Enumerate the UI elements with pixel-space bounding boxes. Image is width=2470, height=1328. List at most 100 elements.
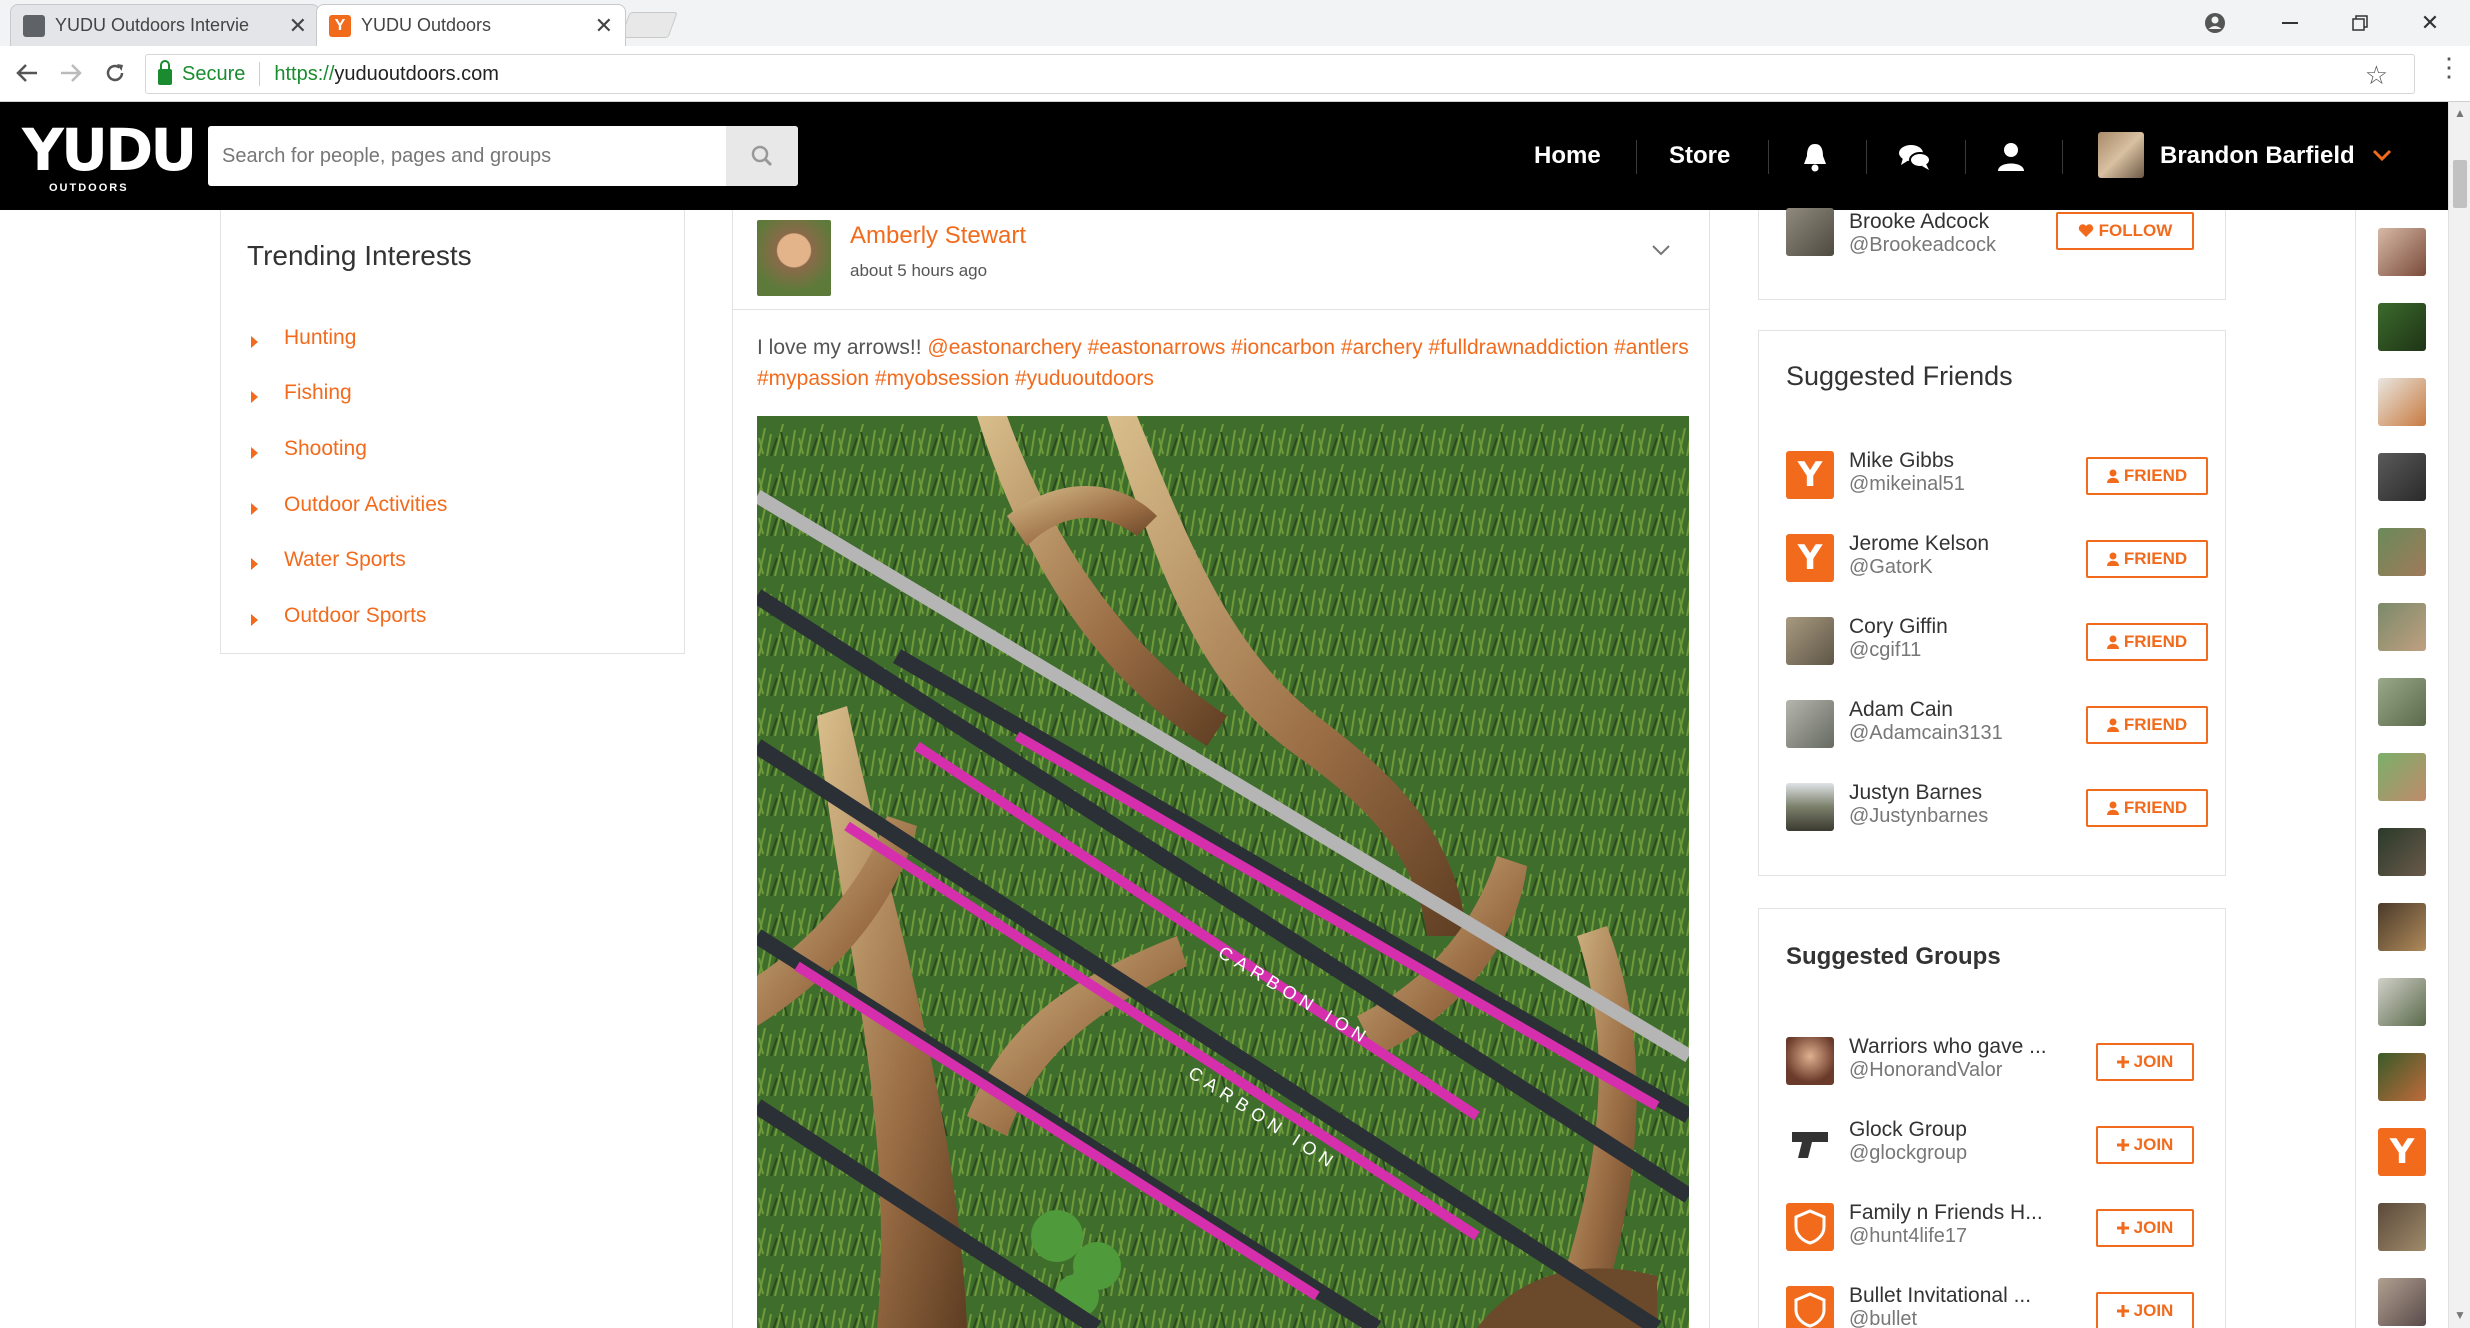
close-tab-icon[interactable]: ✕ [289, 13, 307, 39]
plus-icon [2116, 1222, 2129, 1234]
list-item: Cory Giffin @cgif11 FRIEND [1786, 613, 2208, 673]
add-friend-button[interactable]: FRIEND [2086, 623, 2208, 661]
person-icon [2106, 718, 2119, 732]
join-button[interactable]: JOIN [2096, 1126, 2194, 1164]
join-button[interactable]: JOIN [2096, 1292, 2194, 1328]
scroll-down-icon[interactable]: ▼ [2454, 1308, 2466, 1322]
trending-item-water-sports[interactable]: Water Sports [251, 532, 447, 588]
join-button[interactable]: JOIN [2096, 1043, 2194, 1081]
post-author-avatar[interactable] [757, 220, 831, 296]
person-icon [2106, 552, 2119, 566]
reload-icon[interactable] [98, 56, 132, 90]
search-button[interactable] [726, 126, 798, 186]
avatar[interactable] [2378, 228, 2426, 276]
post-image[interactable]: CARBON ION CARBON ION [757, 416, 1689, 1328]
page-scrollbar[interactable]: ▲ ▼ [2448, 102, 2470, 1328]
person-name[interactable]: Brooke Adcock [1849, 210, 1989, 234]
scroll-up-icon[interactable]: ▲ [2454, 106, 2466, 120]
yudu-logo[interactable]: YUDU [22, 120, 197, 180]
profile-icon[interactable] [2180, 0, 2250, 46]
chevron-down-icon[interactable] [1651, 244, 1671, 256]
trending-item-outdoor-activities[interactable]: Outdoor Activities [251, 477, 447, 533]
avatar[interactable]: Y [1786, 534, 1834, 582]
follow-button[interactable]: FOLLOW [2056, 212, 2194, 250]
browser-menu-icon[interactable]: ⋮ [2436, 52, 2462, 83]
group-name[interactable]: Warriors who gave ... [1849, 1035, 2047, 1059]
avatar[interactable] [2378, 753, 2426, 801]
trending-item-outdoor-sports[interactable]: Outdoor Sports [251, 588, 447, 644]
list-item: Brooke Adcock @Brookeadcock FOLLOW [1786, 208, 2206, 270]
avatar[interactable] [2378, 378, 2426, 426]
join-button[interactable]: JOIN [2096, 1209, 2194, 1247]
group-handle: @HonorandValor [1849, 1059, 2003, 1081]
list-item: Bullet Invitational ... @bullet JOIN [1786, 1282, 2206, 1328]
trending-item-hunting[interactable]: Hunting [251, 310, 447, 366]
add-friend-button[interactable]: FRIEND [2086, 457, 2208, 495]
person-name[interactable]: Justyn Barnes [1849, 781, 1982, 805]
url-bar[interactable]: Secure https:// yuduoutdoors.com ☆ [145, 54, 2415, 94]
person-name[interactable]: Cory Giffin [1849, 615, 1948, 639]
group-handle: @hunt4life17 [1849, 1225, 1968, 1247]
avatar[interactable]: Y [1786, 451, 1834, 499]
avatar[interactable] [2378, 1053, 2426, 1101]
trending-interests-card: Trending Interests Hunting Fishing Shoot… [220, 210, 685, 654]
avatar[interactable] [1786, 1286, 1834, 1328]
group-name[interactable]: Bullet Invitational ... [1849, 1284, 2031, 1308]
logo-subtitle: OUTDOORS [49, 182, 129, 194]
bell-icon[interactable] [1798, 140, 1832, 174]
trending-item-fishing[interactable]: Fishing [251, 366, 447, 422]
avatar[interactable] [2378, 678, 2426, 726]
person-name[interactable]: Mike Gibbs [1849, 449, 1954, 473]
nav-home[interactable]: Home [1534, 102, 1601, 210]
avatar[interactable] [2378, 828, 2426, 876]
nav-store[interactable]: Store [1669, 102, 1730, 210]
add-friend-button[interactable]: FRIEND [2086, 540, 2208, 578]
person-name[interactable]: Jerome Kelson [1849, 532, 1989, 556]
bookmark-star-icon[interactable]: ☆ [2365, 55, 2388, 95]
chevron-down-icon[interactable] [2372, 148, 2392, 162]
scrollbar-thumb[interactable] [2453, 160, 2467, 208]
tab-yudu[interactable]: Y YUDU Outdoors ✕ [316, 4, 626, 46]
trending-item-label: Outdoor Sports [284, 603, 427, 627]
person-name[interactable]: Adam Cain [1849, 698, 1953, 722]
restore-icon[interactable] [2325, 0, 2395, 46]
search-input[interactable] [208, 126, 726, 186]
avatar[interactable] [2378, 978, 2426, 1026]
avatar[interactable] [1786, 1203, 1834, 1251]
post-author-name[interactable]: Amberly Stewart [850, 222, 1026, 250]
user-name[interactable]: Brandon Barfield [2160, 102, 2355, 210]
user-icon[interactable] [1994, 140, 2028, 174]
minimize-icon[interactable] [2255, 0, 2325, 46]
avatar[interactable] [2378, 528, 2426, 576]
add-friend-button[interactable]: FRIEND [2086, 706, 2208, 744]
new-tab-button[interactable] [620, 12, 678, 38]
add-friend-button[interactable]: FRIEND [2086, 789, 2208, 827]
avatar[interactable] [1786, 208, 1834, 256]
avatar[interactable]: Y [2378, 1128, 2426, 1176]
trending-item-shooting[interactable]: Shooting [251, 421, 447, 477]
close-tab-icon[interactable]: ✕ [595, 13, 613, 39]
avatar[interactable] [2378, 603, 2426, 651]
avatar[interactable] [1786, 617, 1834, 665]
avatar[interactable] [1786, 1037, 1834, 1085]
avatar[interactable] [2378, 303, 2426, 351]
caret-right-icon [251, 502, 258, 515]
chat-icon[interactable] [1898, 140, 1932, 174]
join-button-label: JOIN [2133, 1218, 2174, 1237]
avatar[interactable] [2378, 453, 2426, 501]
avatar[interactable] [1786, 700, 1834, 748]
group-name[interactable]: Glock Group [1849, 1118, 1967, 1142]
tab-interview[interactable]: YUDU Outdoors Intervie ✕ [10, 4, 320, 46]
avatar[interactable] [2378, 1203, 2426, 1251]
back-icon[interactable] [10, 56, 44, 90]
avatar[interactable] [2378, 1278, 2426, 1326]
avatar[interactable] [1786, 783, 1834, 831]
avatar[interactable] [1786, 1120, 1834, 1168]
close-window-icon[interactable]: ✕ [2395, 0, 2465, 46]
shield-icon [1794, 1292, 1826, 1328]
group-name[interactable]: Family n Friends H... [1849, 1201, 2043, 1225]
forward-icon[interactable] [54, 56, 88, 90]
avatar[interactable] [2378, 903, 2426, 951]
post-body: I love my arrows!! @eastonarchery #easto… [757, 332, 1697, 394]
avatar[interactable] [2098, 132, 2144, 178]
